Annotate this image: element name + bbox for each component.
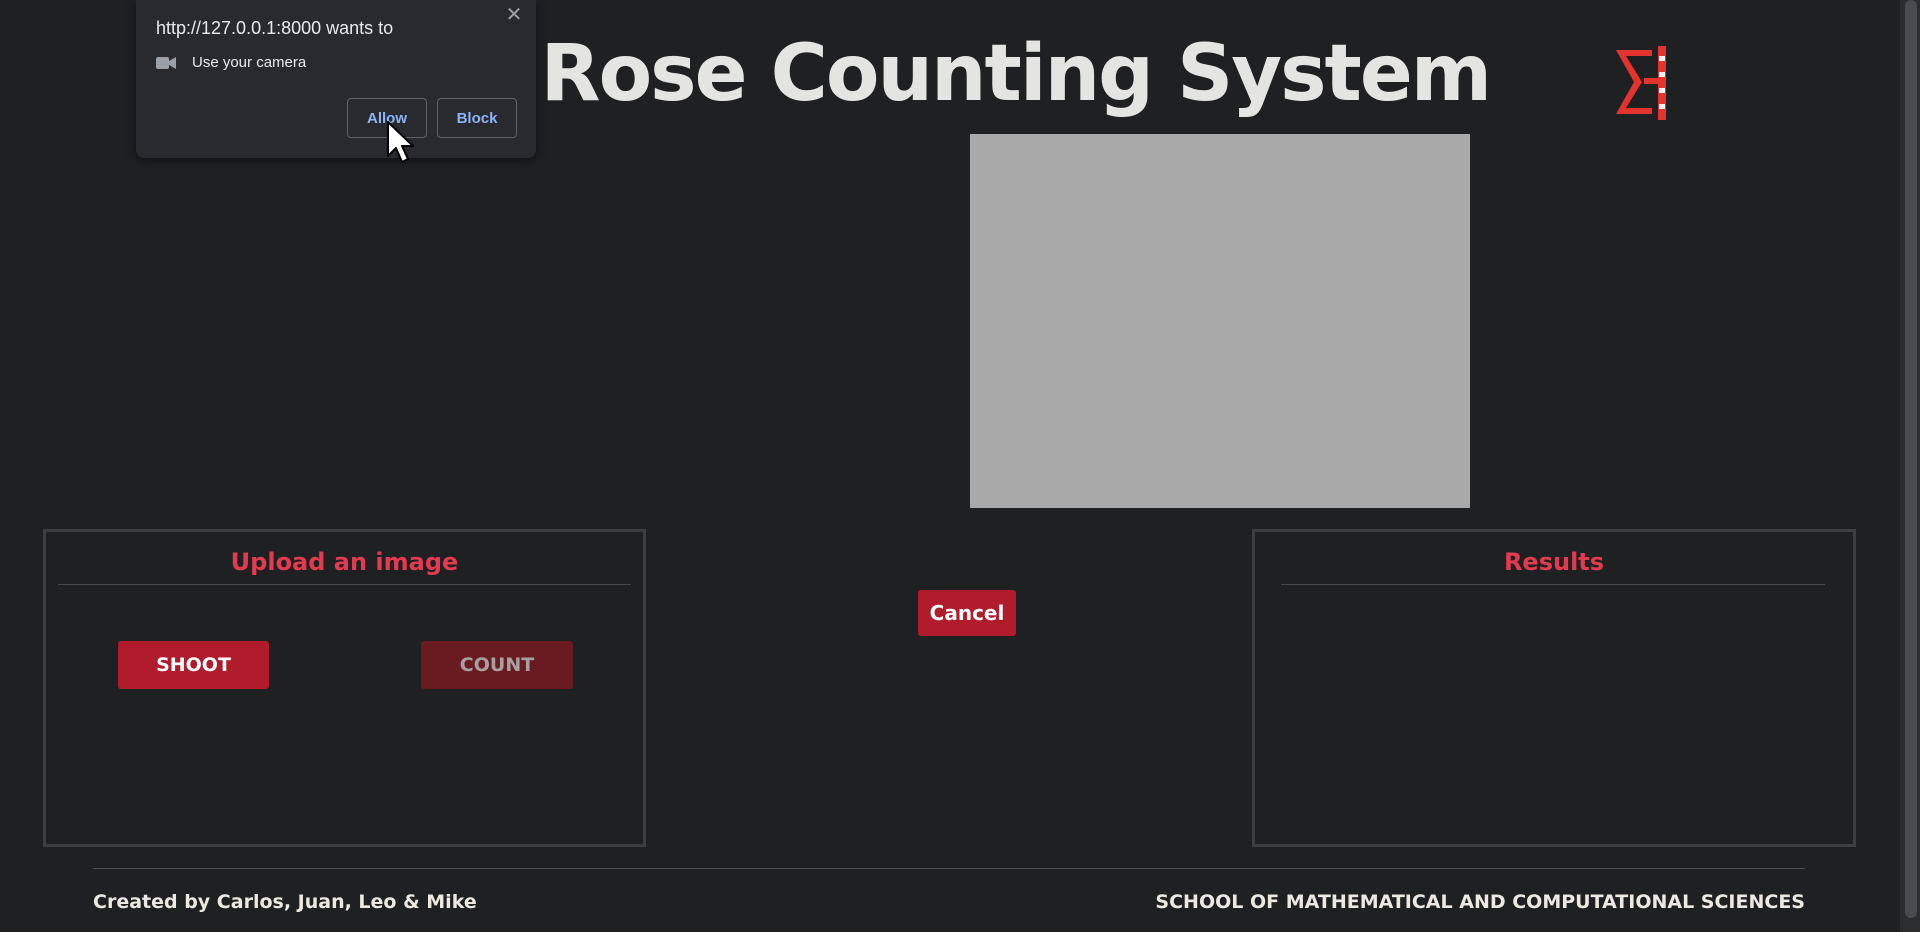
close-icon[interactable]: ✕ <box>502 2 526 26</box>
shoot-button[interactable]: SHOOT <box>118 641 269 689</box>
upload-panel-title: Upload an image <box>230 548 459 576</box>
page: AI Rose Counting System Upload an image … <box>0 0 1920 932</box>
footer-divider <box>93 868 1805 869</box>
mouse-cursor-icon <box>387 121 414 163</box>
camera-icon <box>156 56 176 69</box>
sigma-logo-icon <box>1616 46 1666 120</box>
footer-school: SCHOOL OF MATHEMATICAL AND COMPUTATIONAL… <box>1155 891 1805 913</box>
count-button[interactable]: COUNT <box>421 641 573 689</box>
permission-request-row: Use your camera <box>156 54 306 71</box>
divider <box>1281 584 1825 585</box>
camera-permission-popup: http://127.0.0.1:8000 wants to ✕ Use you… <box>136 0 536 158</box>
permission-request-label: Use your camera <box>192 54 307 71</box>
footer-credits: Created by Carlos, Juan, Leo & Mike <box>93 891 477 913</box>
results-panel: Results <box>1252 529 1856 847</box>
results-panel-title: Results <box>1503 548 1605 576</box>
block-button[interactable]: Block <box>437 98 517 138</box>
vertical-scrollbar[interactable] <box>1900 0 1920 932</box>
camera-preview <box>970 134 1470 508</box>
cancel-button[interactable]: Cancel <box>918 590 1016 636</box>
scrollbar-thumb[interactable] <box>1905 0 1917 918</box>
divider <box>58 584 631 585</box>
permission-title: http://127.0.0.1:8000 wants to <box>156 18 394 38</box>
